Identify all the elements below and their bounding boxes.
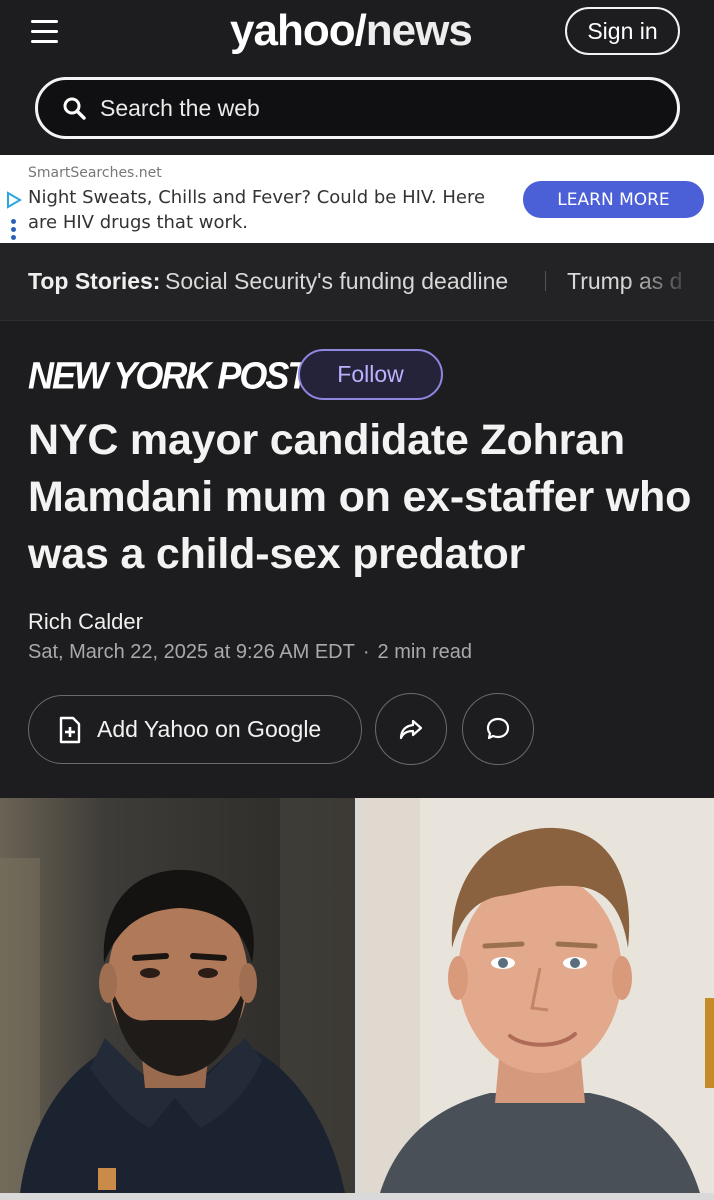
article-headline: NYC mayor candidate Zohran Mamdani mum o… <box>28 416 692 578</box>
publisher-logo[interactable]: NEW YORK POST <box>28 354 309 398</box>
article-author[interactable]: Rich Calder <box>28 609 143 635</box>
site-header: yahoo/news Sign in Search the web <box>0 0 714 155</box>
read-time: 2 min read <box>377 641 473 663</box>
top-stories-bar: Top Stories: Social Security's funding d… <box>0 243 714 321</box>
top-story-link[interactable]: Social Security's funding deadline <box>165 268 508 295</box>
ad-banner[interactable]: SmartSearches.net Night Sweats, Chills a… <box>0 155 714 243</box>
share-icon <box>399 719 423 740</box>
divider <box>545 271 546 291</box>
add-document-icon <box>59 716 81 743</box>
top-stories-label: Top Stories: <box>28 268 161 294</box>
comment-button[interactable] <box>462 693 534 765</box>
comment-icon <box>486 717 510 740</box>
article-meta: Sat, March 22, 2025 at 9:26 AM EDT · 2 min… <box>28 641 472 664</box>
adchoices-icon[interactable] <box>5 191 23 209</box>
add-yahoo-label: Add Yahoo on Google <box>97 716 322 742</box>
sign-in-button[interactable]: Sign in <box>565 7 680 55</box>
search-bar[interactable]: Search the web <box>35 77 680 139</box>
publish-date: Sat, March 22, 2025 at 9:26 AM EDT <box>28 641 355 663</box>
share-button[interactable] <box>375 693 447 765</box>
search-icon <box>63 97 86 120</box>
photo-right <box>360 798 714 1193</box>
photo-left <box>0 798 355 1193</box>
learn-more-button[interactable]: LEARN MORE <box>523 181 704 218</box>
ad-text[interactable]: Night Sweats, Chills and Fever? Could be… <box>28 185 508 235</box>
search-input[interactable]: Search the web <box>100 95 260 122</box>
menu-icon[interactable] <box>28 16 62 50</box>
ad-options-icon[interactable] <box>11 219 17 243</box>
follow-button[interactable]: Follow <box>298 349 443 400</box>
article-image[interactable] <box>0 798 714 1200</box>
fade-overlay <box>624 243 714 320</box>
yahoo-news-logo[interactable]: yahoo/news <box>230 6 473 60</box>
add-yahoo-on-google-button[interactable]: Add Yahoo on Google <box>28 695 362 764</box>
logo-news: news <box>365 6 473 55</box>
ad-source: SmartSearches.net <box>28 165 162 181</box>
meta-separator: · <box>362 641 370 663</box>
logo-yahoo: yahoo/ <box>230 6 367 55</box>
